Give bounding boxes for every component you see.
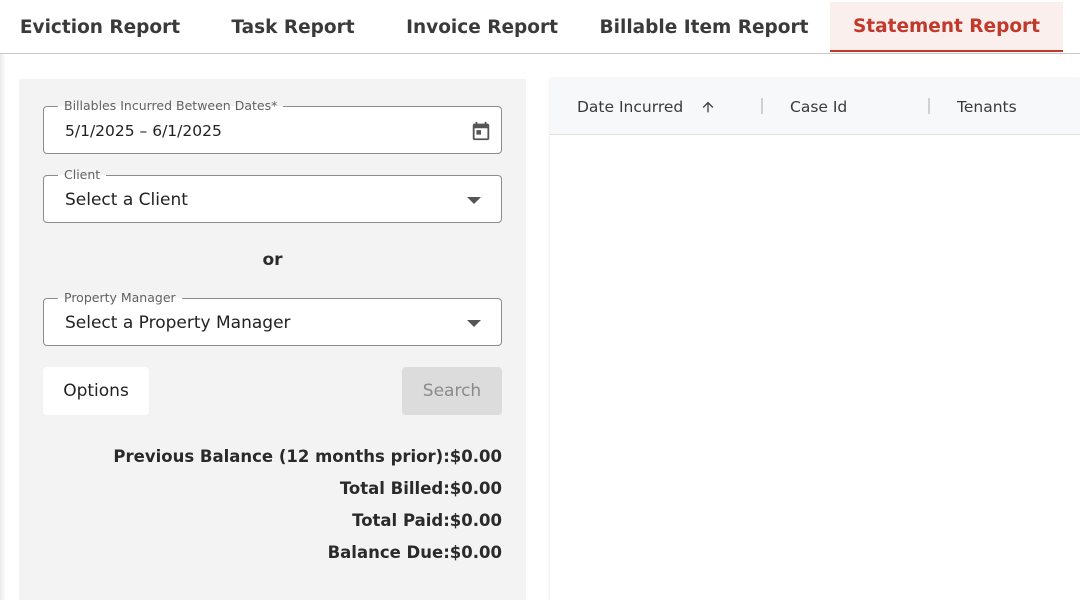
total-paid-line: Total Paid: $0.00 xyxy=(113,504,502,536)
or-separator: or xyxy=(262,250,283,270)
calendar-icon[interactable] xyxy=(470,120,492,142)
caret-down-icon xyxy=(467,320,481,327)
tab-invoice-report[interactable]: Invoice Report xyxy=(386,2,578,52)
tab-task-report[interactable]: Task Report xyxy=(200,2,386,52)
total-billed-label: Total Billed: xyxy=(339,478,450,498)
tab-statement-report[interactable]: Statement Report xyxy=(830,2,1063,52)
property-manager-placeholder: Select a Property Manager xyxy=(65,313,291,333)
previous-balance-line: Previous Balance (12 months prior): $0.00 xyxy=(113,440,502,472)
caret-down-icon xyxy=(467,197,481,204)
tab-eviction-report[interactable]: Eviction Report xyxy=(0,2,200,52)
total-billed-line: Total Billed: $0.00 xyxy=(113,472,502,504)
column-header-date-incurred[interactable]: Date Incurred xyxy=(577,79,683,135)
column-header-case-id[interactable]: Case Id xyxy=(790,79,847,135)
balance-due-line: Balance Due: $0.00 xyxy=(113,536,502,568)
previous-balance-label: Previous Balance (12 months prior): xyxy=(113,446,450,466)
previous-balance-value: $0.00 xyxy=(449,446,502,466)
statement-table: Date Incurred Case Id Tenants xyxy=(550,79,1080,600)
client-select[interactable]: Client Select a Client xyxy=(43,167,502,223)
date-range-value[interactable]: 5/1/2025 – 6/1/2025 xyxy=(65,107,222,155)
total-paid-label: Total Paid: xyxy=(352,510,450,530)
client-placeholder: Select a Client xyxy=(65,190,188,210)
sort-ascending-icon[interactable] xyxy=(700,98,716,116)
balance-due-value: $0.00 xyxy=(449,542,502,562)
page-left-shadow xyxy=(0,54,6,600)
property-manager-select[interactable]: Property Manager Select a Property Manag… xyxy=(43,290,502,346)
column-resize-handle[interactable] xyxy=(761,98,763,114)
total-paid-value: $0.00 xyxy=(449,510,502,530)
total-billed-value: $0.00 xyxy=(449,478,502,498)
options-button[interactable]: Options xyxy=(43,367,149,415)
balance-due-label: Balance Due: xyxy=(327,542,450,562)
table-header: Date Incurred Case Id Tenants xyxy=(550,79,1080,135)
column-header-tenants[interactable]: Tenants xyxy=(957,79,1017,135)
search-button[interactable]: Search xyxy=(402,367,502,415)
date-range-field[interactable]: Billables Incurred Between Dates* 5/1/20… xyxy=(43,98,502,155)
column-resize-handle[interactable] xyxy=(928,98,930,114)
tab-billable-item-report[interactable]: Billable Item Report xyxy=(578,2,830,52)
report-tabs: Eviction Report Task Report Invoice Repo… xyxy=(0,0,1080,54)
totals-summary: Previous Balance (12 months prior): $0.00… xyxy=(113,440,502,568)
